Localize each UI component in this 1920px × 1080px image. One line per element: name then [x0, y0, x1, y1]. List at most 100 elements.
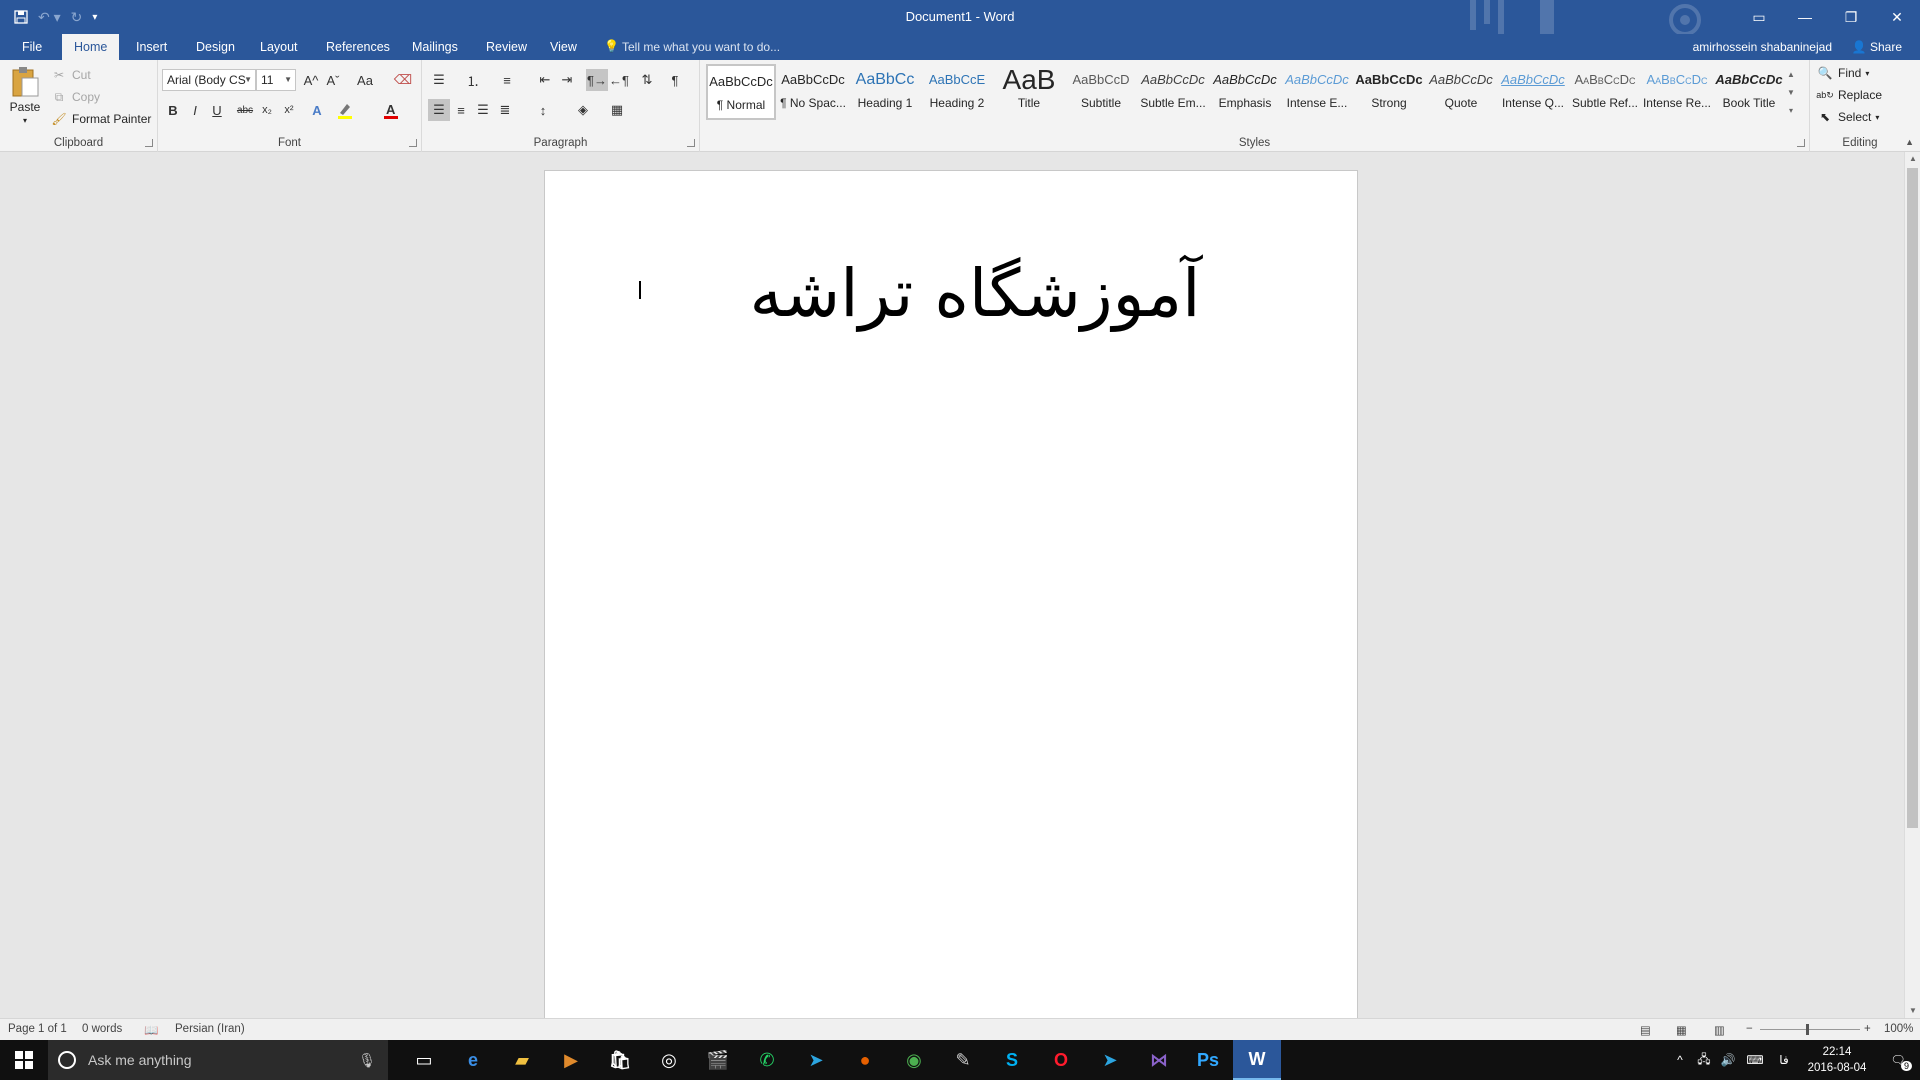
user-name[interactable]: amirhossein shabaninejad	[1693, 34, 1832, 60]
media-player-icon[interactable]: ▶	[547, 1040, 595, 1080]
document-text[interactable]: آموزشگاه تراشه	[725, 255, 1225, 332]
tell-me-input[interactable]: Tell me what you want to do...	[622, 34, 780, 60]
borders-icon[interactable]: ▦	[606, 99, 628, 121]
tab-references[interactable]: References	[314, 34, 402, 60]
minimize-icon[interactable]: —	[1782, 0, 1828, 34]
show-hidden-icons-icon[interactable]: ^	[1668, 1053, 1692, 1067]
superscript-button[interactable]: x²	[278, 99, 300, 121]
scroll-up-icon[interactable]: ▲	[1905, 152, 1920, 166]
zoom-level[interactable]: 100%	[1884, 1023, 1913, 1035]
bullets-icon[interactable]: ☰	[428, 69, 450, 91]
task-view-icon[interactable]: ▭	[400, 1040, 448, 1080]
chrome-icon[interactable]: ◉	[890, 1040, 938, 1080]
align-left-icon[interactable]: ☰	[428, 99, 450, 121]
web-layout-icon[interactable]: ▥	[1714, 1023, 1725, 1037]
style-heading-2[interactable]: AaBbCcE Heading 2	[922, 64, 992, 120]
numbering-icon[interactable]: ⒈	[462, 69, 484, 91]
sort-icon[interactable]: ⇅	[636, 69, 658, 91]
scroll-down-icon[interactable]: ▼	[1905, 1004, 1920, 1018]
keyboard-icon[interactable]: ⌨	[1740, 1053, 1770, 1067]
paragraph-launcher-icon[interactable]	[687, 139, 695, 147]
ltr-direction-icon[interactable]: ¶→	[586, 69, 608, 91]
tab-mailings[interactable]: Mailings	[400, 34, 470, 60]
font-size-dropdown-icon[interactable]: ▼	[284, 70, 292, 90]
zoom-in-icon[interactable]: +	[1864, 1023, 1871, 1035]
style-normal[interactable]: AaBbCcDc ¶ Normal	[706, 64, 776, 120]
movies-icon[interactable]: 🎬	[694, 1040, 742, 1080]
tab-design[interactable]: Design	[184, 34, 247, 60]
style-no-spac[interactable]: AaBbCcDc ¶ No Spac...	[778, 64, 848, 120]
text-effects-icon[interactable]: A	[306, 99, 328, 121]
style-strong[interactable]: AaBbCcDc Strong	[1354, 64, 1424, 120]
style-intense-q[interactable]: AaBbCcDc Intense Q...	[1498, 64, 1568, 120]
firefox-icon[interactable]: ●	[841, 1040, 889, 1080]
read-mode-icon[interactable]: ▤	[1640, 1023, 1651, 1037]
cut-button[interactable]: ✂ Cut	[50, 66, 91, 84]
page-count[interactable]: Page 1 of 1	[8, 1023, 67, 1035]
style-title[interactable]: AaB Title	[994, 64, 1064, 120]
ribbon-display-icon[interactable]: ▭	[1736, 0, 1782, 34]
style-intense-e[interactable]: AaBbCcDc Intense E...	[1282, 64, 1352, 120]
proofing-icon[interactable]: 📖	[144, 1023, 158, 1037]
bold-button[interactable]: B	[162, 99, 184, 121]
highlight-icon[interactable]	[334, 99, 356, 121]
volume-icon[interactable]: 🔊	[1716, 1053, 1740, 1067]
cortana-search-box[interactable]: Ask me anything 🎙	[48, 1040, 388, 1080]
tab-review[interactable]: Review	[474, 34, 539, 60]
whatsapp-icon[interactable]: ✆	[743, 1040, 791, 1080]
telegram-desktop-icon[interactable]: ➤	[1086, 1040, 1134, 1080]
word-icon[interactable]: W	[1233, 1040, 1281, 1080]
windows-start-icon[interactable]	[0, 1040, 48, 1080]
italic-button[interactable]: I	[184, 99, 206, 121]
multilevel-list-icon[interactable]: ≡	[496, 69, 518, 91]
microphone-icon[interactable]: 🎙	[358, 1052, 376, 1069]
style-emphasis[interactable]: AaBbCcDc Emphasis	[1210, 64, 1280, 120]
network-icon[interactable]: 🖧	[1692, 1050, 1716, 1071]
restore-icon[interactable]: ❐	[1828, 0, 1874, 34]
share-button[interactable]: 👤 Share	[1852, 34, 1902, 60]
clock[interactable]: 22:14 2016-08-04	[1798, 1044, 1876, 1076]
align-right-icon[interactable]: ☰	[472, 99, 494, 121]
file-explorer-icon[interactable]: ▰	[498, 1040, 546, 1080]
justify-icon[interactable]: ≣	[494, 99, 516, 121]
store-icon[interactable]: 🛍	[596, 1040, 644, 1080]
tab-insert[interactable]: Insert	[124, 34, 179, 60]
styles-launcher-icon[interactable]	[1797, 139, 1805, 147]
clear-formatting-icon[interactable]: ⌫	[392, 69, 414, 91]
font-color-icon[interactable]: A	[380, 99, 402, 121]
zoom-out-icon[interactable]: −	[1746, 1023, 1753, 1035]
select-button[interactable]: ⬉ Select ▾	[1816, 108, 1879, 126]
style-heading-1[interactable]: AaBbCc Heading 1	[850, 64, 920, 120]
tab-home[interactable]: Home	[62, 34, 120, 60]
style-subtle-ref[interactable]: AaBbCcDc Subtle Ref...	[1570, 64, 1640, 120]
decrease-indent-icon[interactable]: ⇤	[534, 69, 556, 91]
paste-button[interactable]: Paste ▾	[6, 66, 44, 125]
tab-layout[interactable]: Layout	[248, 34, 310, 60]
find-button[interactable]: 🔍 Find ▾	[1816, 64, 1870, 82]
grow-font-button[interactable]: A^	[300, 69, 322, 91]
language-indicator[interactable]: Persian (Iran)	[175, 1023, 245, 1035]
font-launcher-icon[interactable]	[409, 139, 417, 147]
document-page[interactable]: آموزشگاه تراشه	[544, 170, 1358, 1030]
edge-icon[interactable]: e	[449, 1040, 497, 1080]
clipboard-launcher-icon[interactable]	[145, 139, 153, 147]
tab-file[interactable]: File	[10, 34, 54, 60]
copy-button[interactable]: ⧉ Copy	[50, 88, 100, 106]
photoshop-icon[interactable]: Ps	[1184, 1040, 1232, 1080]
shrink-font-button[interactable]: Aˇ	[322, 69, 344, 91]
strikethrough-button[interactable]: abc	[234, 99, 256, 121]
paint-icon[interactable]: ✎	[939, 1040, 987, 1080]
font-name-dropdown-icon[interactable]: ▼	[244, 70, 252, 90]
vertical-scrollbar[interactable]: ▲ ▼	[1904, 152, 1920, 1018]
tab-view[interactable]: View	[538, 34, 589, 60]
change-case-button[interactable]: Aa	[350, 69, 380, 91]
groove-icon[interactable]: ◎	[645, 1040, 693, 1080]
rtl-direction-icon[interactable]: ←¶	[608, 69, 630, 91]
increase-indent-icon[interactable]: ⇥	[556, 69, 578, 91]
skype-icon[interactable]: S	[988, 1040, 1036, 1080]
shading-icon[interactable]: ◈	[572, 99, 594, 121]
subscript-button[interactable]: x₂	[256, 99, 278, 121]
scroll-thumb[interactable]	[1907, 168, 1918, 828]
telegram-icon[interactable]: ➤	[792, 1040, 840, 1080]
zoom-slider-thumb[interactable]	[1806, 1024, 1809, 1035]
